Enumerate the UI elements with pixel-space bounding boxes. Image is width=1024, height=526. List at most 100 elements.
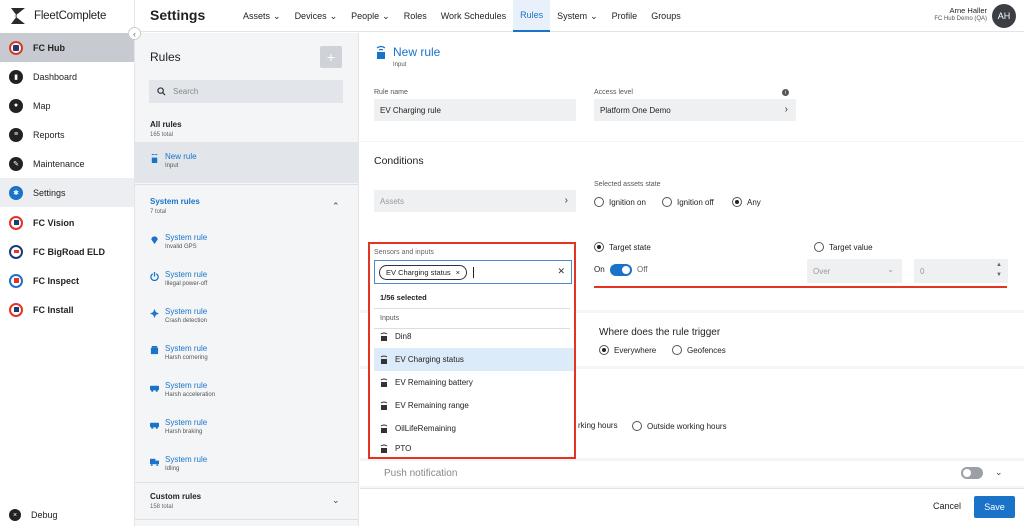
target-state-toggle[interactable] (610, 264, 632, 276)
rule-item-harsh-acceleration[interactable]: System rule Harsh acceleration (135, 373, 358, 406)
rule-header: New rule Input (375, 45, 440, 68)
brand-name: FleetComplete (34, 10, 107, 22)
custom-rules-header[interactable]: Custom rules 158 total (150, 492, 201, 510)
sensor-icon (380, 401, 388, 410)
option-ev-charging-status[interactable]: EV Charging status (374, 348, 574, 371)
tab-devices[interactable]: Devices ⌄ (288, 0, 345, 32)
assets-select[interactable]: Assets › (374, 190, 576, 212)
add-rule-button[interactable]: + (320, 46, 342, 68)
sensor-icon (380, 444, 388, 453)
info-icon[interactable]: i (782, 89, 789, 96)
rule-item-idling[interactable]: System rule Idling (135, 447, 358, 480)
brand-logo[interactable]: FleetComplete (8, 6, 106, 26)
push-notification-toggle[interactable] (961, 467, 983, 479)
tab-profile[interactable]: Profile (605, 0, 645, 32)
stepper-down-icon[interactable]: ▼ (996, 272, 1002, 278)
save-button[interactable]: Save (974, 496, 1015, 518)
rule-name-field[interactable]: EV Charging rule (374, 99, 576, 121)
selected-count: 1/56 selected (380, 293, 427, 302)
radio-target-value[interactable]: Target value (814, 242, 873, 252)
sidebar-item-fc-install[interactable]: FC Install (0, 295, 134, 324)
rule-item-crash-detection[interactable]: System rule Crash detection (135, 299, 358, 332)
operator-select[interactable]: Over ⌄ (807, 259, 902, 283)
rule-item-harsh-cornering[interactable]: System rule Harsh cornering (135, 336, 358, 369)
radio-target-state[interactable]: Target state (594, 242, 651, 252)
text-cursor (473, 266, 475, 278)
radio-ignition-on[interactable]: Ignition on (594, 197, 646, 207)
option-din8[interactable]: Din8 (374, 326, 574, 346)
chevron-down-icon[interactable]: ⌄ (332, 495, 340, 506)
chevron-right-icon: › (564, 195, 568, 206)
tab-assets[interactable]: Assets ⌄ (236, 0, 288, 32)
radio-label: Outside working hours (647, 421, 727, 431)
avatar[interactable]: AH (992, 4, 1016, 28)
tab-rules[interactable]: Rules (513, 0, 551, 32)
radio-circle (672, 345, 682, 355)
assets-placeholder: Assets (380, 196, 405, 206)
plus-icon: + (326, 49, 336, 65)
sidebar-item-fc-hub[interactable]: FC Hub (0, 33, 134, 62)
group-title: System rules (150, 197, 200, 206)
tab-groups[interactable]: Groups (644, 0, 688, 32)
radio-outside-working-hours[interactable]: Outside working hours (632, 421, 727, 431)
clear-icon[interactable]: ✕ (557, 266, 565, 277)
tab-system[interactable]: System ⌄ (550, 0, 605, 32)
rule-subtitle: Illegal power-off (165, 281, 208, 287)
debug-button[interactable]: × Debug (9, 509, 58, 521)
option-oil-life-remaining[interactable]: OilLifeRemaining (374, 417, 574, 440)
access-level-label: Access level (594, 89, 633, 96)
sidebar-item-fc-vision[interactable]: FC Vision (0, 208, 134, 237)
sidebar-item-label: FC Vision (33, 217, 75, 228)
radio-geofences[interactable]: Geofences (672, 345, 726, 355)
sidebar-item-fc-bigroad-eld[interactable]: FC BigRoad ELD (0, 237, 134, 266)
sidebar-item-maintenance[interactable]: ✎ Maintenance (0, 149, 134, 178)
fc-hub-icon (9, 40, 23, 55)
selected-chip[interactable]: EV Charging status × (379, 264, 468, 280)
chevron-down-icon: ⌄ (273, 10, 281, 21)
rule-item-harsh-braking[interactable]: System rule Harsh braking (135, 410, 358, 443)
target-value-input[interactable]: 0 ▲ ▼ (914, 259, 1008, 283)
collapse-sidebar-button[interactable]: ‹ (128, 27, 141, 40)
rule-item-new-rule[interactable]: New rule Input (135, 142, 358, 183)
sidebar-item-dashboard[interactable]: ▮ Dashboard (0, 62, 134, 91)
rule-title: System rule (165, 233, 208, 242)
search-input[interactable]: Search (149, 80, 343, 103)
chevron-down-icon[interactable]: ⌄ (995, 467, 1003, 478)
sidebar-item-settings[interactable]: ✱ Settings (0, 178, 134, 207)
chevron-right-icon: › (784, 104, 788, 115)
group-title: All rules (150, 120, 182, 129)
option-ev-remaining-battery[interactable]: EV Remaining battery (374, 371, 574, 394)
stepper-up-icon[interactable]: ▲ (996, 262, 1002, 268)
radio-label: Geofences (687, 345, 726, 355)
sensors-inputs-dropdown: Sensors and inputs EV Charging status × … (368, 242, 576, 459)
rule-subtitle: Crash detection (165, 318, 208, 324)
radio-any[interactable]: Any (732, 197, 761, 207)
option-ev-remaining-range[interactable]: EV Remaining range (374, 394, 574, 417)
sidebar-item-fc-inspect[interactable]: FC Inspect (0, 266, 134, 295)
chevron-down-icon: ⌄ (329, 10, 338, 21)
tab-work-schedules[interactable]: Work Schedules (434, 0, 513, 32)
radio-everywhere[interactable]: Everywhere (599, 345, 656, 355)
rule-item-invalid-gps[interactable]: System rule Invalid GPS (135, 225, 358, 258)
truck-icon (150, 458, 159, 466)
sensors-inputs-field[interactable]: EV Charging status × ✕ (374, 260, 572, 284)
tab-people[interactable]: People ⌄ (344, 0, 397, 32)
all-rules-header[interactable]: All rules 165 total (150, 120, 182, 138)
system-rules-header[interactable]: System rules 7 total (150, 197, 200, 215)
chip-remove-icon[interactable]: × (456, 268, 460, 277)
cancel-button[interactable]: Cancel (933, 501, 961, 511)
rule-editor-title: New rule (393, 45, 441, 59)
rule-title: System rule (165, 344, 208, 353)
sidebar-item-reports[interactable]: ≡ Reports (0, 120, 134, 149)
rule-subtitle: Harsh braking (165, 429, 203, 435)
sensor-icon (380, 355, 388, 364)
rule-item-illegal-power-off[interactable]: System rule Illegal power-off (135, 262, 358, 295)
sidebar-item-map[interactable]: ● Map (0, 91, 134, 120)
radio-ignition-off[interactable]: Ignition off (662, 197, 714, 207)
radio-circle (632, 421, 642, 431)
option-pto[interactable]: PTO (374, 440, 574, 457)
chevron-up-icon[interactable]: ⌃ (332, 201, 340, 212)
tab-roles[interactable]: Roles (397, 0, 434, 32)
access-level-select[interactable]: Platform One Demo › (594, 99, 796, 121)
rule-subtitle: Invalid GPS (165, 244, 197, 250)
